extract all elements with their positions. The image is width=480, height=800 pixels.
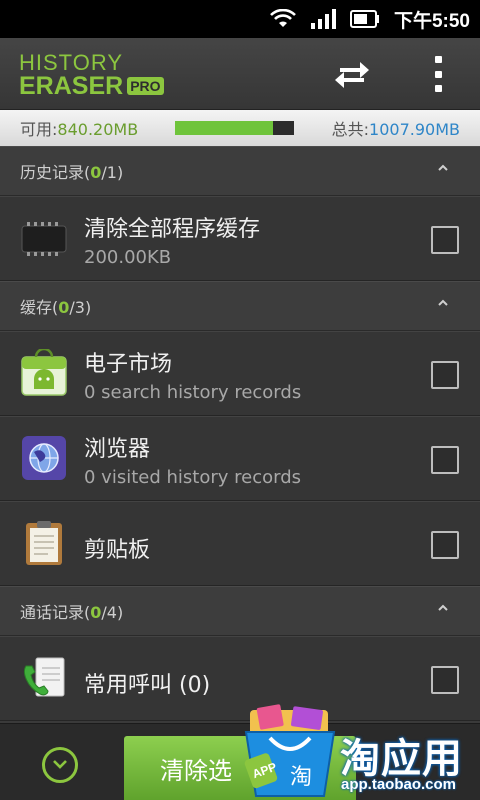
list-item[interactable]: 电子市场 0 search history records: [0, 331, 480, 416]
expand-toggle-icon[interactable]: [42, 747, 78, 783]
app-logo: HISTORY ERASER PRO: [19, 50, 164, 100]
item-checkbox[interactable]: [431, 446, 459, 474]
clipboard-icon: [20, 519, 68, 567]
storage-usage-fill: [175, 121, 273, 135]
browser-globe-icon: [20, 434, 68, 482]
action-bar: HISTORY ERASER PRO: [0, 38, 480, 110]
section-header-history[interactable]: 历史记录(0/1): [0, 146, 480, 196]
status-bar: 下午5:50: [0, 0, 480, 38]
storage-summary: 可用:840.20MB 总共:1007.90MB: [0, 110, 480, 146]
section-header-cache[interactable]: 缓存(0/3): [0, 281, 480, 331]
section-title: 缓存(0/3): [20, 298, 92, 317]
call-log-icon: [20, 654, 68, 702]
logo-word: ERASER: [19, 72, 124, 100]
wifi-icon: [270, 9, 296, 29]
signal-icon: [310, 9, 336, 29]
android-market-icon: [20, 347, 68, 397]
overflow-menu-icon[interactable]: [424, 54, 452, 94]
item-title: 清除全部程序缓存: [84, 217, 261, 242]
section-header-call-log[interactable]: 通话记录(0/4): [0, 586, 480, 636]
list-item[interactable]: 常用呼叫 (0): [0, 636, 480, 721]
item-checkbox[interactable]: [431, 531, 459, 559]
item-checkbox[interactable]: [431, 226, 459, 254]
section-title: 通话记录(0/4): [20, 603, 124, 622]
item-checkbox[interactable]: [431, 666, 459, 694]
list-item[interactable]: 剪贴板: [0, 501, 480, 586]
item-subtitle: 0 visited history records: [84, 467, 301, 488]
section-title: 历史记录(0/1): [20, 163, 124, 182]
list-item[interactable]: 浏览器 0 visited history records: [0, 416, 480, 501]
battery-icon: [349, 10, 380, 28]
bottom-bar: 清除选: [0, 723, 480, 800]
available-value: 840.20MB: [57, 120, 139, 139]
total-value: 1007.90MB: [369, 120, 460, 139]
total-storage: 总共:1007.90MB: [332, 116, 460, 140]
logo-pro-badge: PRO: [127, 77, 164, 95]
logo-line1: HISTORY: [19, 50, 123, 75]
item-title: 电子市场: [84, 352, 173, 377]
available-storage: 可用:840.20MB: [20, 116, 138, 140]
collapse-caret-icon[interactable]: [436, 601, 450, 615]
collapse-caret-icon[interactable]: [436, 296, 450, 310]
sync-icon[interactable]: [332, 56, 372, 92]
item-title: 常用呼叫 (0): [84, 673, 211, 698]
item-title: 浏览器: [84, 437, 151, 462]
memory-chip-icon: [20, 214, 68, 262]
item-checkbox[interactable]: [431, 361, 459, 389]
logo-line2: ERASER PRO: [19, 72, 164, 100]
storage-usage-bar: [175, 121, 294, 135]
item-subtitle: 200.00KB: [84, 247, 172, 268]
item-subtitle: 0 search history records: [84, 382, 302, 403]
list-item[interactable]: 清除全部程序缓存 200.00KB: [0, 196, 480, 281]
eraser-list: 历史记录(0/1) 清除全部程序缓存 200.00KB 缓存(0/3) 电子市场…: [0, 146, 480, 721]
clear-selected-button[interactable]: 清除选: [124, 736, 356, 800]
clock: 下午5:50: [393, 10, 470, 32]
total-label: 总共:: [331, 120, 370, 139]
collapse-caret-icon[interactable]: [436, 161, 450, 175]
available-label: 可用:: [20, 120, 58, 139]
item-title: 剪贴板: [84, 538, 151, 563]
